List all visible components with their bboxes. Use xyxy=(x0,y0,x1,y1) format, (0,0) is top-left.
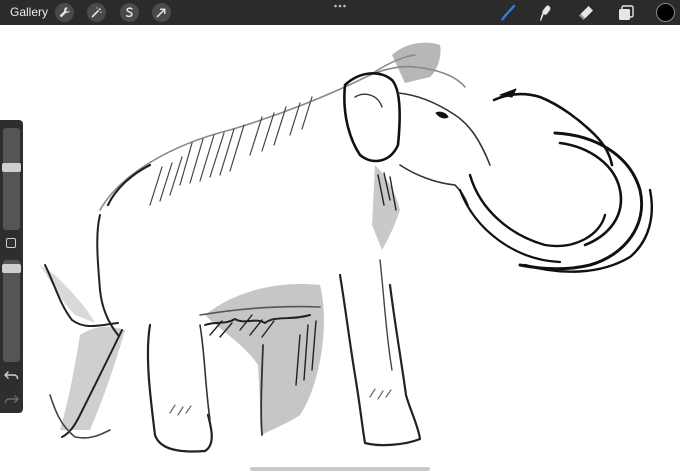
transform-button[interactable] xyxy=(152,3,171,22)
redo-icon[interactable] xyxy=(3,392,20,406)
selection-button[interactable] xyxy=(120,3,139,22)
selection-icon xyxy=(125,7,133,18)
eraser-icon[interactable] xyxy=(576,3,596,23)
opacity-thumb[interactable] xyxy=(2,263,21,273)
color-picker-button[interactable] xyxy=(656,3,675,22)
undo-icon[interactable] xyxy=(3,368,20,382)
actions-button[interactable] xyxy=(55,3,74,22)
top-toolbar: Gallery xyxy=(0,0,680,25)
brush-size-slider[interactable] xyxy=(2,128,21,230)
magic-wand-icon xyxy=(91,7,102,18)
mammoth-sketch xyxy=(40,42,653,453)
adjustments-button[interactable] xyxy=(87,3,106,22)
home-indicator xyxy=(250,467,430,471)
more-dots-icon[interactable] xyxy=(333,2,347,10)
left-sidebar xyxy=(0,120,23,413)
wrench-icon xyxy=(59,7,70,18)
brush-icon[interactable] xyxy=(498,3,518,23)
modify-button[interactable] xyxy=(6,238,16,248)
gallery-button[interactable]: Gallery xyxy=(10,5,48,19)
brush-size-thumb[interactable] xyxy=(2,163,21,173)
transform-arrow-icon xyxy=(156,8,166,18)
layers-icon[interactable] xyxy=(616,3,636,23)
opacity-slider[interactable] xyxy=(2,260,21,362)
smudge-icon[interactable] xyxy=(536,3,556,23)
drawing-canvas[interactable] xyxy=(0,25,680,475)
